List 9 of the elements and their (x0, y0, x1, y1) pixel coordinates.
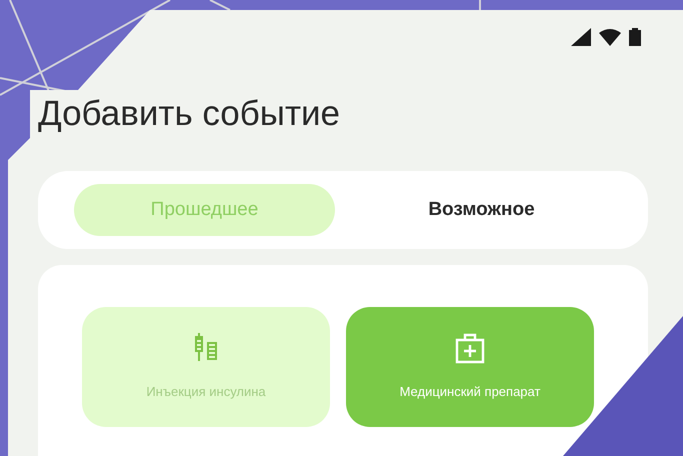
page-title: Добавить событие (38, 96, 340, 131)
event-type-button[interactable]: Медицинский препарат (346, 307, 594, 427)
tab[interactable]: Возможное (351, 184, 612, 236)
battery-icon (629, 28, 641, 46)
event-type-button[interactable]: Инъекция инсулина (82, 307, 330, 427)
tab[interactable]: Прошедшее (74, 184, 335, 236)
medkit-icon (454, 332, 486, 364)
wifi-icon (599, 28, 621, 46)
signal-icon (571, 28, 591, 46)
